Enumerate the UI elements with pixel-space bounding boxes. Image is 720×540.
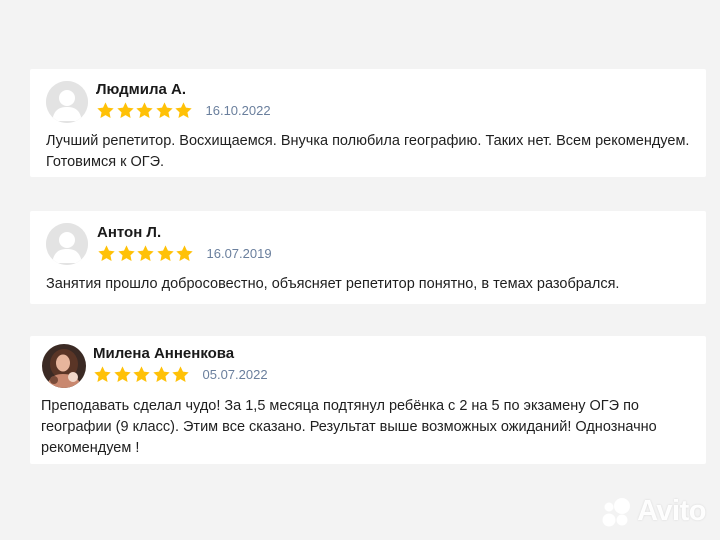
user-photo-avatar bbox=[42, 344, 86, 388]
star-icon bbox=[116, 102, 134, 118]
default-avatar-icon bbox=[46, 223, 88, 265]
star-icon bbox=[133, 366, 150, 382]
review-rating: 05.07.2022 bbox=[93, 365, 268, 384]
review-date: 16.07.2019 bbox=[206, 246, 272, 261]
star-icon bbox=[156, 245, 174, 261]
star-icon bbox=[172, 366, 189, 382]
star-rating bbox=[96, 101, 194, 120]
review-rating: 16.07.2019 bbox=[97, 244, 272, 263]
star-icon bbox=[137, 245, 154, 261]
review-card: Милена Анненкова 05.07.2022 Преподавать … bbox=[30, 336, 706, 464]
review-text: Преподавать сделал чудо! За 1,5 месяца п… bbox=[41, 398, 657, 456]
review-date: 05.07.2022 bbox=[202, 367, 268, 382]
review-rating: 16.10.2022 bbox=[96, 101, 271, 120]
review-author: Антон Л. bbox=[97, 224, 162, 241]
star-icon bbox=[155, 102, 173, 118]
star-icon bbox=[136, 102, 153, 118]
star-icon bbox=[98, 245, 115, 261]
review-text: Лучший репетитор. Восхищаемся. Внучка по… bbox=[46, 133, 690, 170]
avito-watermark: Avito bbox=[602, 495, 706, 528]
star-rating bbox=[93, 365, 191, 384]
star-rating bbox=[97, 244, 195, 263]
review-card: Антон Л. 16.07.2019 Занятия прошло добро… bbox=[30, 211, 706, 304]
review-author: Милена Анненкова bbox=[93, 345, 235, 362]
review-card: Людмила А. 16.10.2022 Лучший репетитор. … bbox=[30, 69, 706, 177]
avito-logo-icon bbox=[602, 497, 631, 526]
star-icon bbox=[97, 102, 114, 118]
default-avatar-icon bbox=[46, 81, 88, 123]
star-icon bbox=[176, 245, 193, 261]
review-text: Занятия прошло добросовестно, объясняет … bbox=[46, 276, 620, 292]
watermark-text: Avito bbox=[637, 495, 706, 527]
star-icon bbox=[117, 245, 135, 261]
star-icon bbox=[113, 366, 131, 382]
star-icon bbox=[94, 366, 111, 382]
star-icon bbox=[152, 366, 170, 382]
star-icon bbox=[175, 102, 192, 118]
review-author: Людмила А. bbox=[96, 81, 187, 98]
review-date: 16.10.2022 bbox=[205, 103, 271, 118]
